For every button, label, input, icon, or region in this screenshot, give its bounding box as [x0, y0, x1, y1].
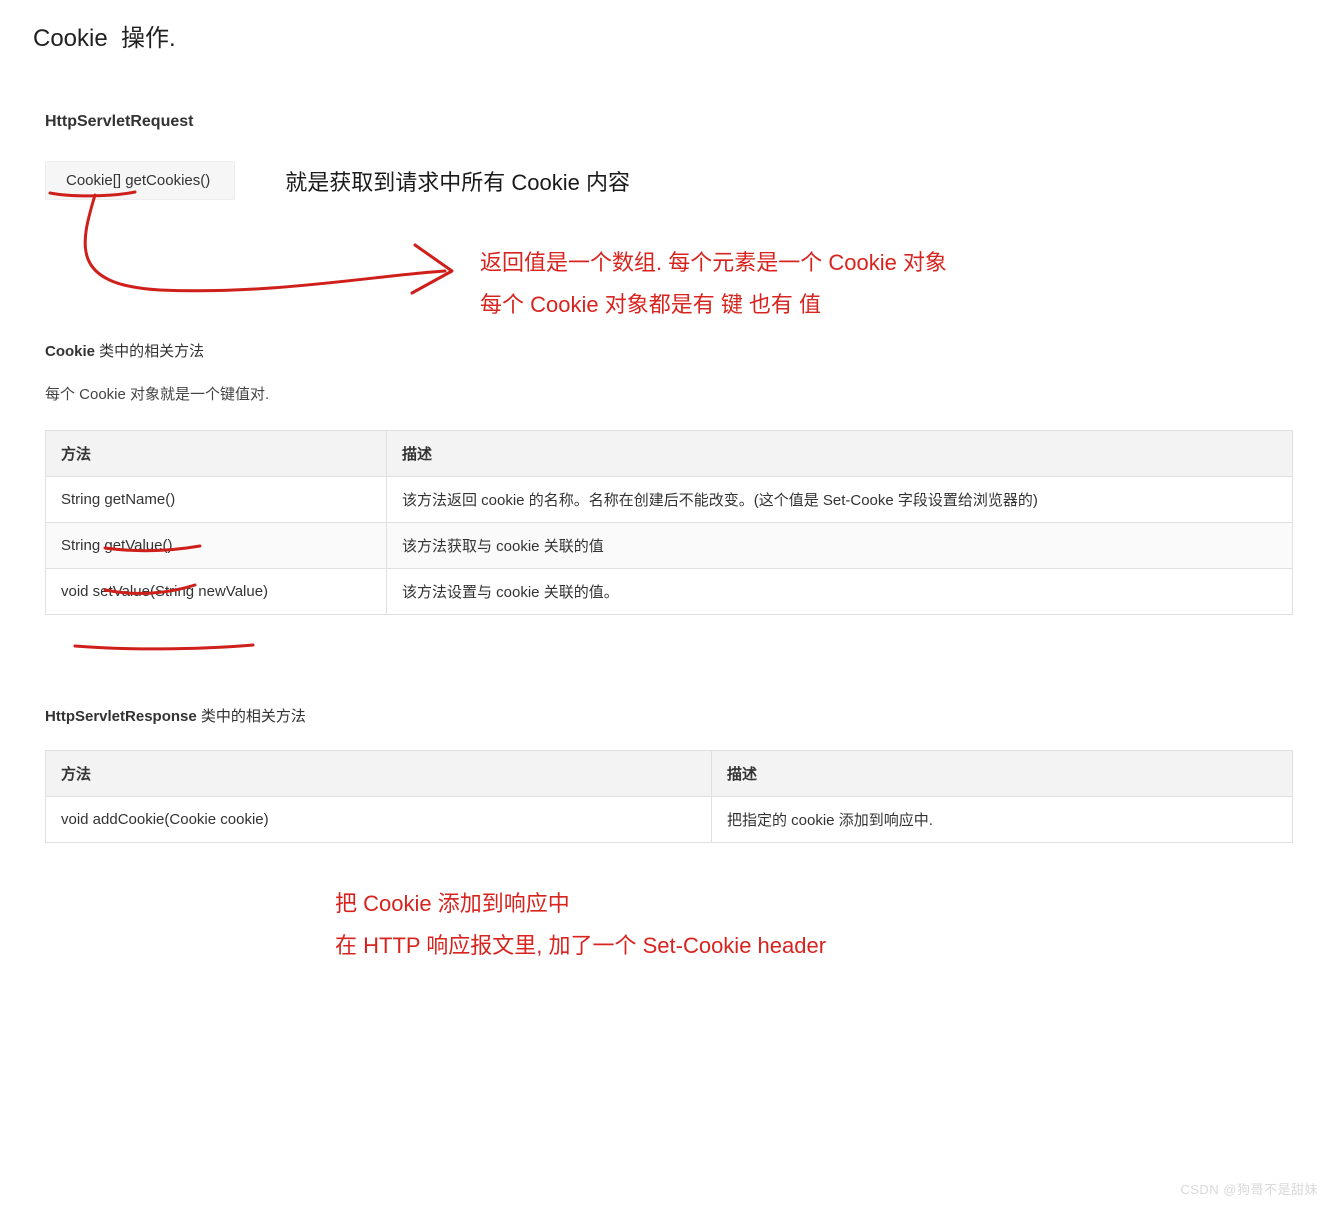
row-get-cookies: Cookie[] getCookies() 就是获取到请求中所有 Cookie … [45, 161, 1293, 200]
table-cell-method: String getName() [46, 477, 387, 523]
cookie-class-heading-bold: Cookie [45, 343, 95, 360]
annotation-2-line1: 把 Cookie 添加到响应中 [335, 883, 1293, 925]
table-row: 方法 描述 [46, 431, 1293, 477]
table-header-method: 方法 [46, 431, 387, 477]
code-chip-getcookies: Cookie[] getCookies() [45, 161, 235, 200]
annotation-1: 返回值是一个数组. 每个元素是一个 Cookie 对象 每个 Cookie 对象… [480, 242, 947, 326]
annotation-1-line1: 返回值是一个数组. 每个元素是一个 Cookie 对象 [480, 242, 947, 284]
cookie-methods-table: 方法 描述 String getName() 该方法返回 cookie 的名称。… [45, 430, 1293, 615]
table-header-desc: 描述 [387, 431, 1293, 477]
watermark: CSDN @狗哥不是甜妹 [1180, 1179, 1318, 1198]
table2-cell-desc: 把指定的 cookie 添加到响应中. [712, 797, 1293, 843]
table-row: String getName() 该方法返回 cookie 的名称。名称在创建后… [46, 477, 1293, 523]
page-title: Cookie 操作. [33, 18, 1293, 53]
table2-header-method: 方法 [46, 751, 712, 797]
table-cell-method: void setValue(String newValue) [46, 569, 387, 615]
table2-cell-method: void addCookie(Cookie cookie) [46, 797, 712, 843]
row1-text: 就是获取到请求中所有 Cookie 内容 [285, 165, 630, 197]
annotation-1-line2: 每个 Cookie 对象都是有 键 也有 值 [480, 284, 947, 326]
cookie-class-para: 每个 Cookie 对象就是一个键值对. [45, 383, 1293, 404]
annotation-2-line2: 在 HTTP 响应报文里, 加了一个 Set-Cookie header [335, 925, 1293, 967]
table2-header-desc: 描述 [712, 751, 1293, 797]
section1-heading-text: HttpServletRequest [45, 113, 193, 130]
table-row: void setValue(String newValue) 该方法设置与 co… [46, 569, 1293, 615]
section2-heading-bold: HttpServletResponse [45, 708, 197, 725]
section2-heading: HttpServletResponse 类中的相关方法 [45, 705, 1293, 726]
table-row: 方法 描述 [46, 751, 1293, 797]
table-cell-method: String getValue() [46, 523, 387, 569]
table-cell-desc: 该方法获取与 cookie 关联的值 [387, 523, 1293, 569]
annotation-2: 把 Cookie 添加到响应中 在 HTTP 响应报文里, 加了一个 Set-C… [335, 883, 1293, 967]
table-row: String getValue() 该方法获取与 cookie 关联的值 [46, 523, 1293, 569]
section2-heading-rest: 类中的相关方法 [197, 708, 306, 725]
section1-heading: HttpServletRequest [45, 113, 1293, 131]
cookie-class-heading-rest: 类中的相关方法 [95, 343, 204, 360]
arrow-ink-1 [40, 175, 460, 345]
table-cell-desc: 该方法返回 cookie 的名称。名称在创建后不能改变。(这个值是 Set-Co… [387, 477, 1293, 523]
response-methods-table: 方法 描述 void addCookie(Cookie cookie) 把指定的… [45, 750, 1293, 843]
table-row: void addCookie(Cookie cookie) 把指定的 cooki… [46, 797, 1293, 843]
cookie-class-heading: Cookie 类中的相关方法 [45, 340, 1293, 361]
table-cell-desc: 该方法设置与 cookie 关联的值。 [387, 569, 1293, 615]
